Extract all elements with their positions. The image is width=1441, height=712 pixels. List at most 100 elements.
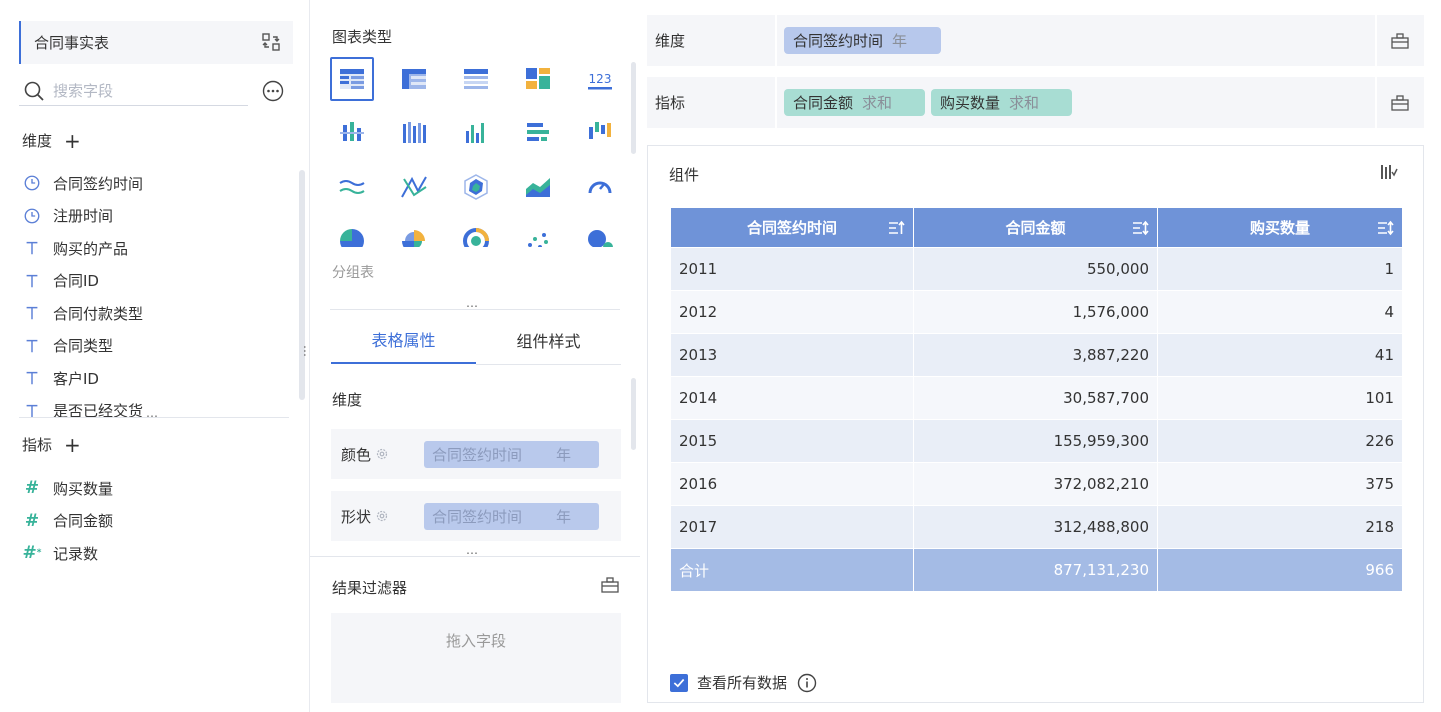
- sort-icon[interactable]: [887, 219, 905, 237]
- kpi-card-chart-icon[interactable]: [516, 57, 560, 101]
- table-cell: 226: [1157, 419, 1403, 463]
- color-property-row: 颜色 合同签约时间 年: [331, 429, 621, 479]
- tab-widget-style[interactable]: 组件样式: [476, 316, 621, 364]
- chip-agg-label: 求和: [1009, 94, 1040, 112]
- dimension-shelf: 维度 合同签约时间 年: [647, 15, 1424, 66]
- dimension-item[interactable]: 客户ID: [22, 362, 292, 395]
- dimension-item-label: 购买的产品: [53, 239, 129, 258]
- table-selector[interactable]: 合同事实表: [19, 21, 293, 64]
- sort-icon[interactable]: [1131, 219, 1149, 237]
- drop-zone-placeholder: 拖入字段: [445, 632, 506, 650]
- radar-chart-icon[interactable]: [454, 165, 498, 209]
- widget-settings-icon[interactable]: [1378, 162, 1398, 182]
- cross-table-chart-icon[interactable]: [392, 57, 436, 101]
- toolbox-icon[interactable]: [600, 575, 620, 595]
- table-cell: 41: [1157, 333, 1403, 377]
- grouped-table-chart-icon[interactable]: [330, 57, 374, 101]
- table-cell: 155,959,300: [913, 419, 1158, 463]
- sort-icon[interactable]: [1376, 219, 1394, 237]
- shelf-divider: [1375, 77, 1377, 128]
- dimension-chip[interactable]: 合同签约时间 年: [784, 27, 941, 54]
- range-column-chart-icon[interactable]: [578, 111, 622, 155]
- search-input[interactable]: [53, 81, 233, 100]
- text-type-icon: [22, 271, 42, 291]
- table-cell: 375: [1157, 462, 1403, 506]
- line-chart-icon[interactable]: [330, 165, 374, 209]
- detail-table-chart-icon[interactable]: [454, 57, 498, 101]
- metric-item[interactable]: # 合同金额: [22, 505, 292, 538]
- add-metric-button[interactable]: +: [64, 435, 81, 455]
- dimension-list: 合同签约时间 注册时间 购买的产品 合同ID 合同付款类型 合同类型 客户ID …: [22, 167, 292, 417]
- properties-scrollbar[interactable]: [631, 378, 636, 450]
- text-type-icon: [22, 336, 42, 356]
- add-dimension-button[interactable]: +: [64, 131, 81, 151]
- dimension-item[interactable]: 合同签约时间: [22, 167, 292, 200]
- polar-ring-chart-icon[interactable]: [454, 219, 498, 247]
- hash-star-icon: # *: [22, 543, 42, 564]
- view-all-checkbox[interactable]: [670, 673, 688, 692]
- table-cell: 2012: [670, 290, 914, 334]
- more-options-icon[interactable]: [262, 80, 284, 102]
- metric-item[interactable]: # * 记录数: [22, 537, 292, 570]
- table-row: 2017 312,488,800 218: [670, 505, 1403, 549]
- stacked-bar-chart-icon[interactable]: [392, 111, 436, 155]
- view-all-label: 查看所有数据: [697, 674, 788, 692]
- gear-icon[interactable]: [375, 447, 389, 461]
- metric-section-title: 指标 +: [22, 434, 81, 455]
- resize-handle-vertical[interactable]: ⋯: [298, 345, 312, 358]
- number-chart-icon[interactable]: 123: [578, 57, 622, 101]
- column-header[interactable]: 合同签约时间: [670, 207, 914, 248]
- tab-table-properties[interactable]: 表格属性: [331, 316, 476, 364]
- dimension-item[interactable]: 购买的产品: [22, 232, 292, 265]
- chip-field-label: 购买数量: [940, 94, 1001, 112]
- pill-unit-label: 年: [556, 446, 572, 464]
- table-row: 2015 155,959,300 226: [670, 419, 1403, 463]
- table-cell: 3,887,220: [913, 333, 1158, 377]
- metric-chip[interactable]: 购买数量 求和: [931, 89, 1072, 116]
- info-icon[interactable]: [797, 673, 817, 693]
- shape-field-pill[interactable]: 合同签约时间 年: [424, 503, 599, 530]
- polar-line-chart-icon[interactable]: [392, 165, 436, 209]
- hash-icon: #: [24, 478, 40, 499]
- metric-item-label: 购买数量: [53, 479, 114, 498]
- filter-drop-zone[interactable]: 拖入字段: [331, 613, 621, 703]
- column-header[interactable]: 合同金额: [913, 207, 1158, 248]
- dimension-item[interactable]: 注册时间: [22, 200, 292, 233]
- dimension-item[interactable]: 合同ID: [22, 265, 292, 298]
- switch-table-icon[interactable]: [261, 32, 281, 52]
- rose-chart-icon[interactable]: [392, 219, 436, 247]
- dimension-list-scrollbar[interactable]: [299, 170, 305, 400]
- metric-chip[interactable]: 合同金额 求和: [784, 89, 925, 116]
- pie-chart-icon[interactable]: [330, 219, 374, 247]
- dimension-item-label: 合同付款类型: [53, 304, 144, 323]
- bubble-chart-icon[interactable]: [578, 219, 622, 247]
- color-property-label: 颜色: [341, 445, 372, 464]
- table-row: 2014 30,587,700 101: [670, 376, 1403, 420]
- chart-config-panel: 图表类型 123 分组表 ⋯ 表格属性 组件样式 维度 颜色 合同签约时间 年 …: [310, 0, 640, 712]
- toolbox-icon[interactable]: [1390, 31, 1410, 51]
- chart-type-scrollbar[interactable]: [631, 62, 636, 154]
- color-field-pill[interactable]: 合同签约时间 年: [424, 441, 599, 468]
- column-header[interactable]: 购买数量: [1157, 207, 1403, 248]
- total-cell: 877,131,230: [913, 548, 1158, 592]
- gear-icon[interactable]: [375, 509, 389, 523]
- app-root: 合同事实表 维度 + 合同签约时间: [0, 0, 1441, 712]
- result-filter-title: 结果过滤器: [332, 579, 408, 597]
- table-cell: 312,488,800: [913, 505, 1158, 549]
- dimension-item[interactable]: 合同付款类型: [22, 297, 292, 330]
- hash-icon: #: [24, 510, 40, 531]
- area-chart-icon[interactable]: [516, 165, 560, 209]
- dimension-item-label: 是否已经交货: [53, 402, 144, 417]
- metric-shelf-label: 指标: [655, 94, 686, 112]
- gauge-chart-icon[interactable]: [578, 165, 622, 209]
- resize-handle-horizontal[interactable]: ⋯: [146, 410, 159, 422]
- field-search[interactable]: [19, 76, 248, 106]
- column-chart-icon[interactable]: [454, 111, 498, 155]
- metric-item[interactable]: # 购买数量: [22, 472, 292, 505]
- bar-horizontal-chart-icon[interactable]: [516, 111, 560, 155]
- multi-bar-chart-icon[interactable]: [330, 111, 374, 155]
- toolbox-icon[interactable]: [1390, 93, 1410, 113]
- scatter-chart-icon[interactable]: [516, 219, 560, 247]
- dimension-item-label: 合同签约时间: [53, 174, 144, 193]
- dimension-item[interactable]: 合同类型: [22, 330, 292, 363]
